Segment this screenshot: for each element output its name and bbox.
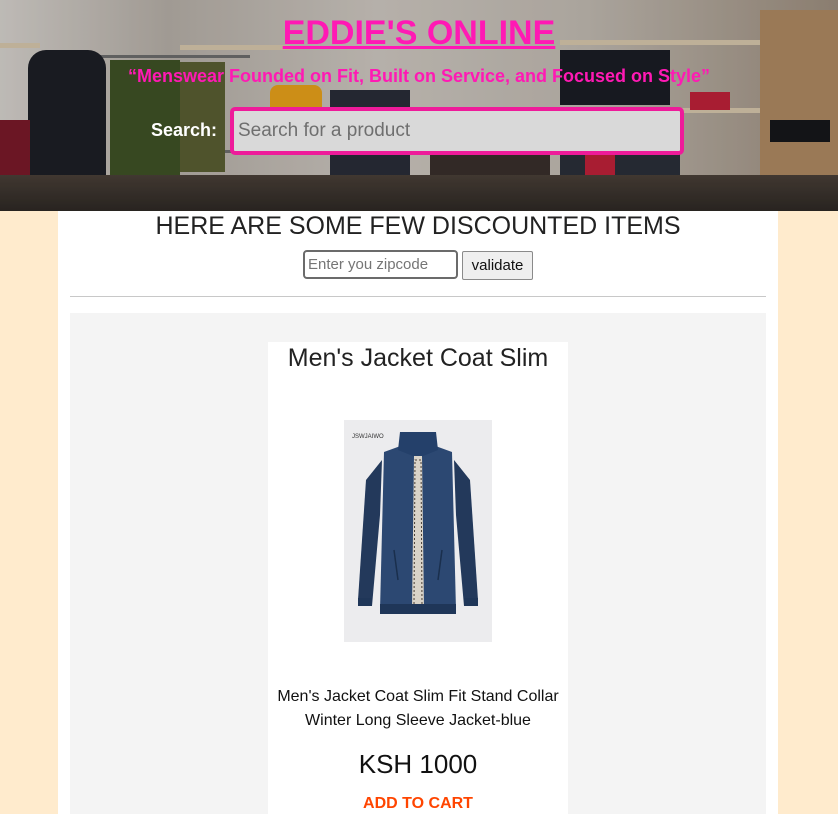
jacket-image: JSWJAIWO <box>344 420 492 642</box>
search-label: Search: <box>151 120 218 140</box>
image-brand-text: JSWJAIWO <box>352 434 384 440</box>
site-tagline: “Menswear Founded on Fit, Built on Servi… <box>127 66 711 86</box>
product-image[interactable]: JSWJAIWO <box>344 420 492 642</box>
zipcode-input[interactable] <box>303 250 458 279</box>
product-name: Men's Jacket Coat Slim <box>287 344 549 372</box>
product-card: Men's Jacket Coat Slim JSWJAIWO Men's Ja… <box>268 342 568 814</box>
divider <box>70 296 766 297</box>
product-description: Men's Jacket Coat Slim Fit Stand Collar … <box>277 688 559 729</box>
products-grid: Men's Jacket Coat Slim JSWJAIWO Men's Ja… <box>70 313 766 814</box>
validate-button[interactable]: validate <box>462 251 533 280</box>
main-content: HERE ARE SOME FEW DISCOUNTED ITEMS valid… <box>58 211 778 814</box>
header-banner: EDDIE'S ONLINE “Menswear Founded on Fit,… <box>0 0 838 211</box>
add-to-cart-button[interactable]: ADD TO CART <box>268 795 568 813</box>
product-price: KSH 1000 <box>358 749 478 779</box>
search-input[interactable] <box>230 107 684 155</box>
site-title[interactable]: EDDIE'S ONLINE <box>0 14 838 53</box>
discounts-heading: HERE ARE SOME FEW DISCOUNTED ITEMS <box>155 212 681 240</box>
